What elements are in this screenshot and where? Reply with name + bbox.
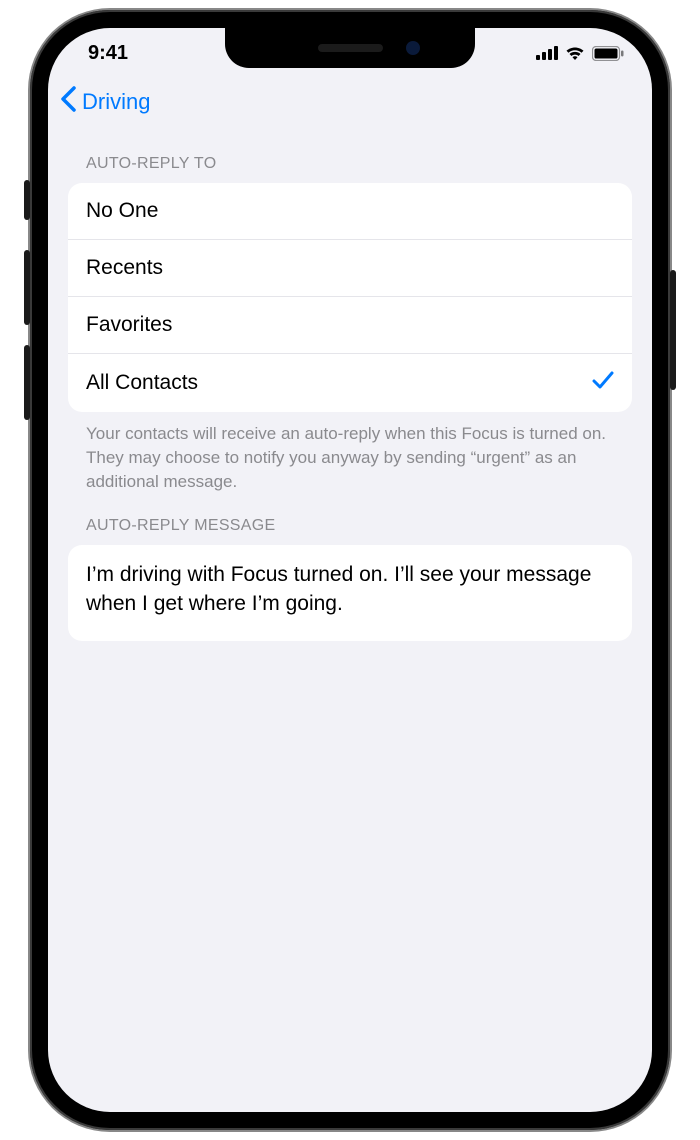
nav-bar: Driving	[48, 78, 652, 131]
side-button	[670, 270, 676, 390]
status-indicators	[536, 45, 624, 61]
section-header-auto-reply-to: AUTO-REPLY TO	[68, 131, 632, 183]
option-label: Favorites	[86, 313, 172, 337]
auto-reply-message-text: I’m driving with Focus turned on. I’ll s…	[86, 563, 591, 615]
option-all-contacts[interactable]: All Contacts	[68, 354, 632, 412]
mute-switch	[24, 180, 30, 220]
back-label[interactable]: Driving	[82, 89, 150, 115]
front-camera	[406, 41, 420, 55]
speaker-grille	[318, 44, 383, 52]
status-time: 9:41	[88, 42, 128, 65]
wifi-icon	[564, 45, 586, 61]
auto-reply-to-list: No One Recents Favorites All Contacts	[68, 183, 632, 412]
content-area: AUTO-REPLY TO No One Recents Favorites A…	[48, 131, 652, 641]
screen: 9:41	[48, 28, 652, 1112]
section-footer-auto-reply-to: Your contacts will receive an auto-reply…	[68, 412, 632, 493]
option-recents[interactable]: Recents	[68, 240, 632, 297]
notch	[225, 28, 475, 68]
battery-icon	[592, 46, 624, 61]
option-favorites[interactable]: Favorites	[68, 297, 632, 354]
checkmark-icon	[592, 370, 614, 396]
section-header-auto-reply-message: AUTO-REPLY MESSAGE	[68, 493, 632, 545]
volume-up-button	[24, 250, 30, 325]
cellular-signal-icon	[536, 46, 558, 60]
volume-down-button	[24, 345, 30, 420]
option-label: Recents	[86, 256, 163, 280]
phone-frame: 9:41	[30, 10, 670, 1130]
auto-reply-message-field[interactable]: I’m driving with Focus turned on. I’ll s…	[68, 545, 632, 641]
chevron-left-icon	[60, 86, 78, 112]
back-button[interactable]	[60, 86, 78, 117]
option-label: All Contacts	[86, 371, 198, 395]
option-no-one[interactable]: No One	[68, 183, 632, 240]
option-label: No One	[86, 199, 158, 223]
